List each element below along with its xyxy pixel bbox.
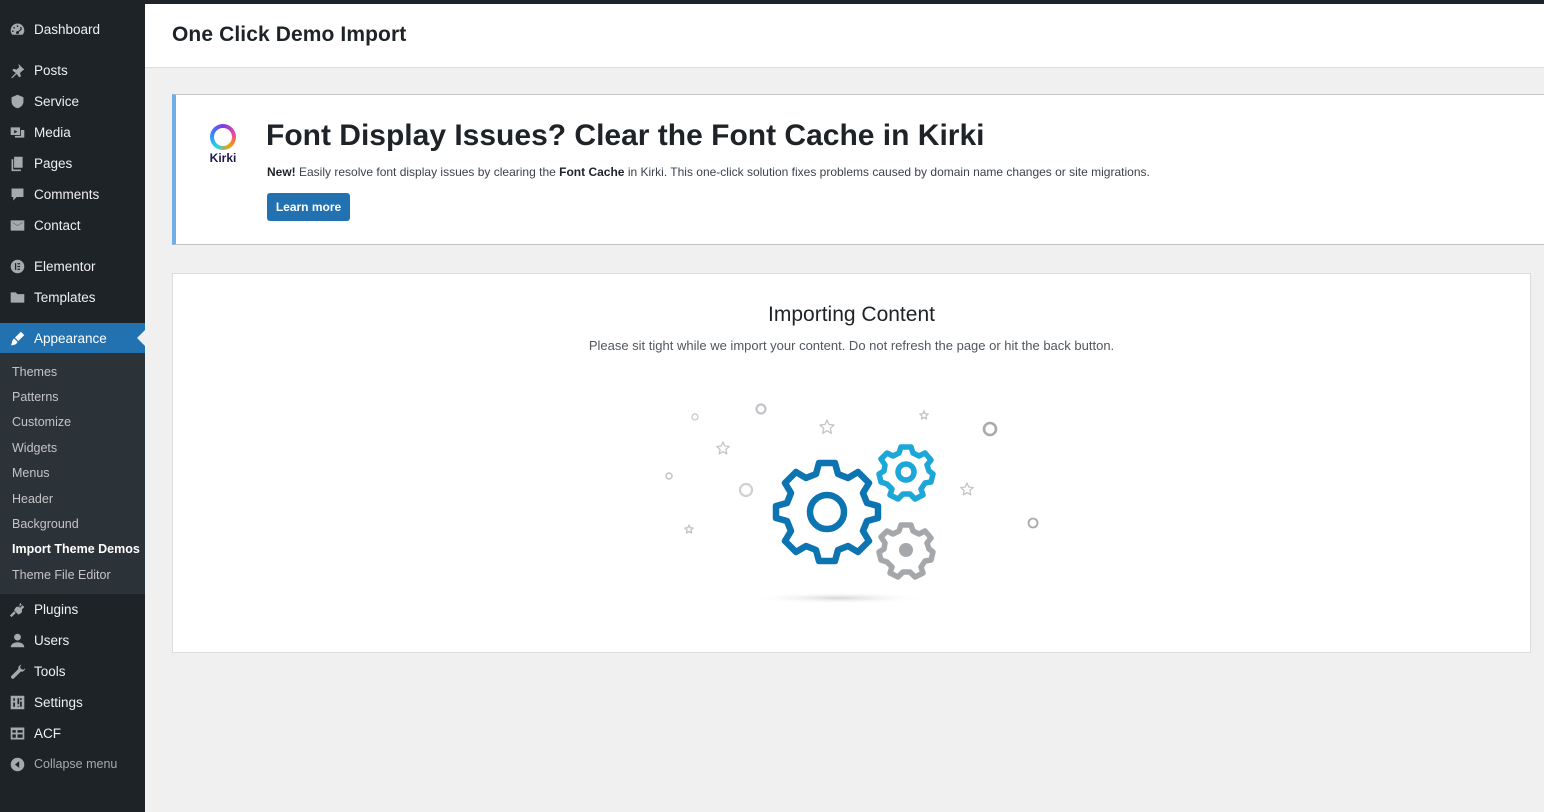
sparkle-circle [1027,517,1039,529]
gears-illustration [665,403,1039,604]
sidebar-item-comments[interactable]: Comments [0,179,145,210]
submenu-item-import-theme-demos[interactable]: Import Theme Demos [0,537,145,562]
sidebar-item-tools[interactable]: Tools [0,656,145,687]
submenu-item-theme-file-editor[interactable]: Theme File Editor [0,562,145,587]
elementor-icon [8,258,26,276]
submenu-item-background[interactable]: Background [0,511,145,536]
notice-text-b: in Kirki. This one-click solution fixes … [624,165,1150,179]
pages-icon [8,155,26,173]
learn-more-button[interactable]: Learn more [267,193,350,221]
sidebar-item-label: Settings [34,694,83,710]
gear-small-gray [876,522,936,580]
sidebar-item-label: Collapse menu [34,757,118,772]
sidebar-item-appearance[interactable]: Appearance [0,323,145,353]
importing-title: Importing Content [768,303,935,326]
sidebar-item-label: Users [34,632,70,648]
submenu-item-customize[interactable]: Customize [0,410,145,435]
sidebar-item-posts[interactable]: Posts [0,55,145,86]
submenu-item-header[interactable]: Header [0,486,145,511]
sidebar-item-label: Contact [34,218,81,233]
sidebar-item-plugins[interactable]: Plugins [0,594,145,625]
sidebar-item-service[interactable]: Service [0,86,145,117]
kirki-logo: Kirki [205,124,241,165]
sidebar-item-label: Plugins [34,601,79,617]
table-icon [8,724,26,742]
sparkle-star [960,482,974,496]
collapse-menu-button[interactable]: Collapse menu [0,749,145,780]
kirki-ring-icon [210,124,236,150]
sidebar-item-templates[interactable]: Templates [0,282,145,313]
collapse-icon [8,755,26,773]
submenu-item-themes[interactable]: Themes [0,359,145,384]
notice-text: New! Easily resolve font display issues … [267,165,1150,179]
sidebar-item-users[interactable]: Users [0,625,145,656]
sparkle-star [716,441,730,455]
sparkle-circle [982,421,998,437]
dashboard-icon [8,21,26,39]
appearance-submenu: Themes Patterns Customize Widgets Menus … [0,353,145,594]
sparkle-circle [665,472,673,480]
sidebar-item-contact[interactable]: Contact [0,210,145,241]
sidebar-item-label: Templates [34,290,96,305]
wrench-icon [8,662,26,680]
pin-icon [8,62,26,80]
notice-new-label: New! [267,165,296,179]
folder-icon [8,289,26,307]
kirki-logo-text: Kirki [209,151,237,165]
sparkle-star [819,419,835,434]
shield-icon [8,93,26,111]
sidebar-item-elementor[interactable]: Elementor [0,251,145,282]
notice-text-a: Easily resolve font display issues by cl… [295,165,560,179]
media-icon [8,124,26,142]
sparkle-circle [738,482,754,498]
sidebar-item-label: Media [34,125,71,140]
submenu-item-menus[interactable]: Menus [0,461,145,486]
submenu-item-widgets[interactable]: Widgets [0,435,145,460]
sparkle-star [684,524,694,534]
comment-icon [8,186,26,204]
sparkle-circle [755,403,767,415]
admin-sidebar: Dashboard Posts Service Media Pages Comm… [0,0,145,812]
notice-bold-text: Font Cache [559,165,625,179]
gear-small-cyan [876,444,936,502]
user-icon [8,631,26,649]
sidebar-item-pages[interactable]: Pages [0,148,145,179]
sidebar-item-label: Tools [34,663,66,679]
sidebar-item-media[interactable]: Media [0,117,145,148]
sidebar-item-settings[interactable]: Settings [0,687,145,718]
settings-icon [8,693,26,711]
sidebar-item-label: Service [34,94,80,109]
sidebar-item-label: Elementor [34,259,96,274]
brush-icon [8,329,26,347]
submenu-item-patterns[interactable]: Patterns [0,384,145,409]
sparkle-star [919,410,929,420]
gear-shadow [749,592,929,604]
sidebar-item-label: Dashboard [34,22,101,37]
importing-subtitle: Please sit tight while we import your co… [588,338,1115,353]
importing-panel: Importing Content Please sit tight while… [172,273,1531,653]
sidebar-item-label: ACF [34,725,61,741]
sparkle-circle [691,413,699,421]
kirki-notice: Kirki Font Display Issues? Clear the Fon… [172,94,1544,245]
sidebar-item-acf[interactable]: ACF [0,718,145,749]
page-title: One Click Demo Import [172,23,407,46]
sidebar-item-dashboard[interactable]: Dashboard [0,14,145,45]
sidebar-item-label: Comments [34,187,100,202]
sidebar-item-label: Pages [34,156,73,171]
mail-icon [8,217,26,235]
plugin-icon [8,600,26,618]
sidebar-item-label: Appearance [34,330,107,346]
page-header: One Click Demo Import [145,4,1544,68]
sidebar-item-label: Posts [34,63,68,78]
gear-large [772,459,882,565]
notice-title: Font Display Issues? Clear the Font Cach… [266,119,985,152]
